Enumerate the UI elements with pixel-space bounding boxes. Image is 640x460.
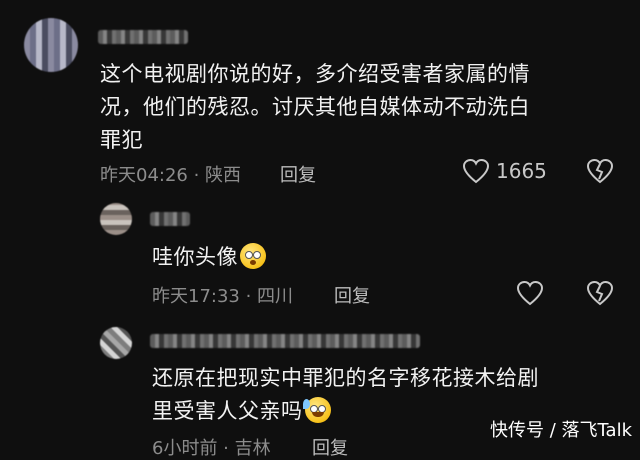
reply-button[interactable]: 回复 <box>280 161 316 187</box>
username-blurred[interactable] <box>150 212 190 226</box>
reply-button[interactable]: 回复 <box>334 282 370 308</box>
comment-meta: 昨天17:33 · 四川 <box>152 286 294 307</box>
comment-text: 哇你头像 <box>152 241 266 274</box>
heart-icon[interactable] <box>516 280 544 306</box>
dislike-broken-heart-icon[interactable] <box>586 280 614 306</box>
comment-meta: 昨天04:26 · 陕西 <box>100 165 242 186</box>
watermark: 快传号 / 落飞Talk <box>490 420 632 441</box>
astonished-emoji-icon <box>240 243 266 269</box>
like-count: 1665 <box>496 159 547 183</box>
reply-button[interactable]: 回复 <box>312 434 348 460</box>
username-blurred[interactable] <box>150 334 420 348</box>
sweat-smile-emoji-icon <box>302 397 331 423</box>
avatar[interactable] <box>100 327 132 359</box>
heart-icon[interactable] <box>462 158 490 184</box>
avatar[interactable] <box>24 18 78 72</box>
comment-meta: 6小时前 · 吉林 <box>152 438 271 459</box>
avatar[interactable] <box>100 203 132 235</box>
comment-text: 这个电视剧你说的好，多介绍受害者家属的情 况，他们的残忍。讨厌其他自媒体动不动洗… <box>100 62 530 152</box>
dislike-broken-heart-icon[interactable] <box>586 158 614 184</box>
username-blurred[interactable] <box>98 30 188 44</box>
